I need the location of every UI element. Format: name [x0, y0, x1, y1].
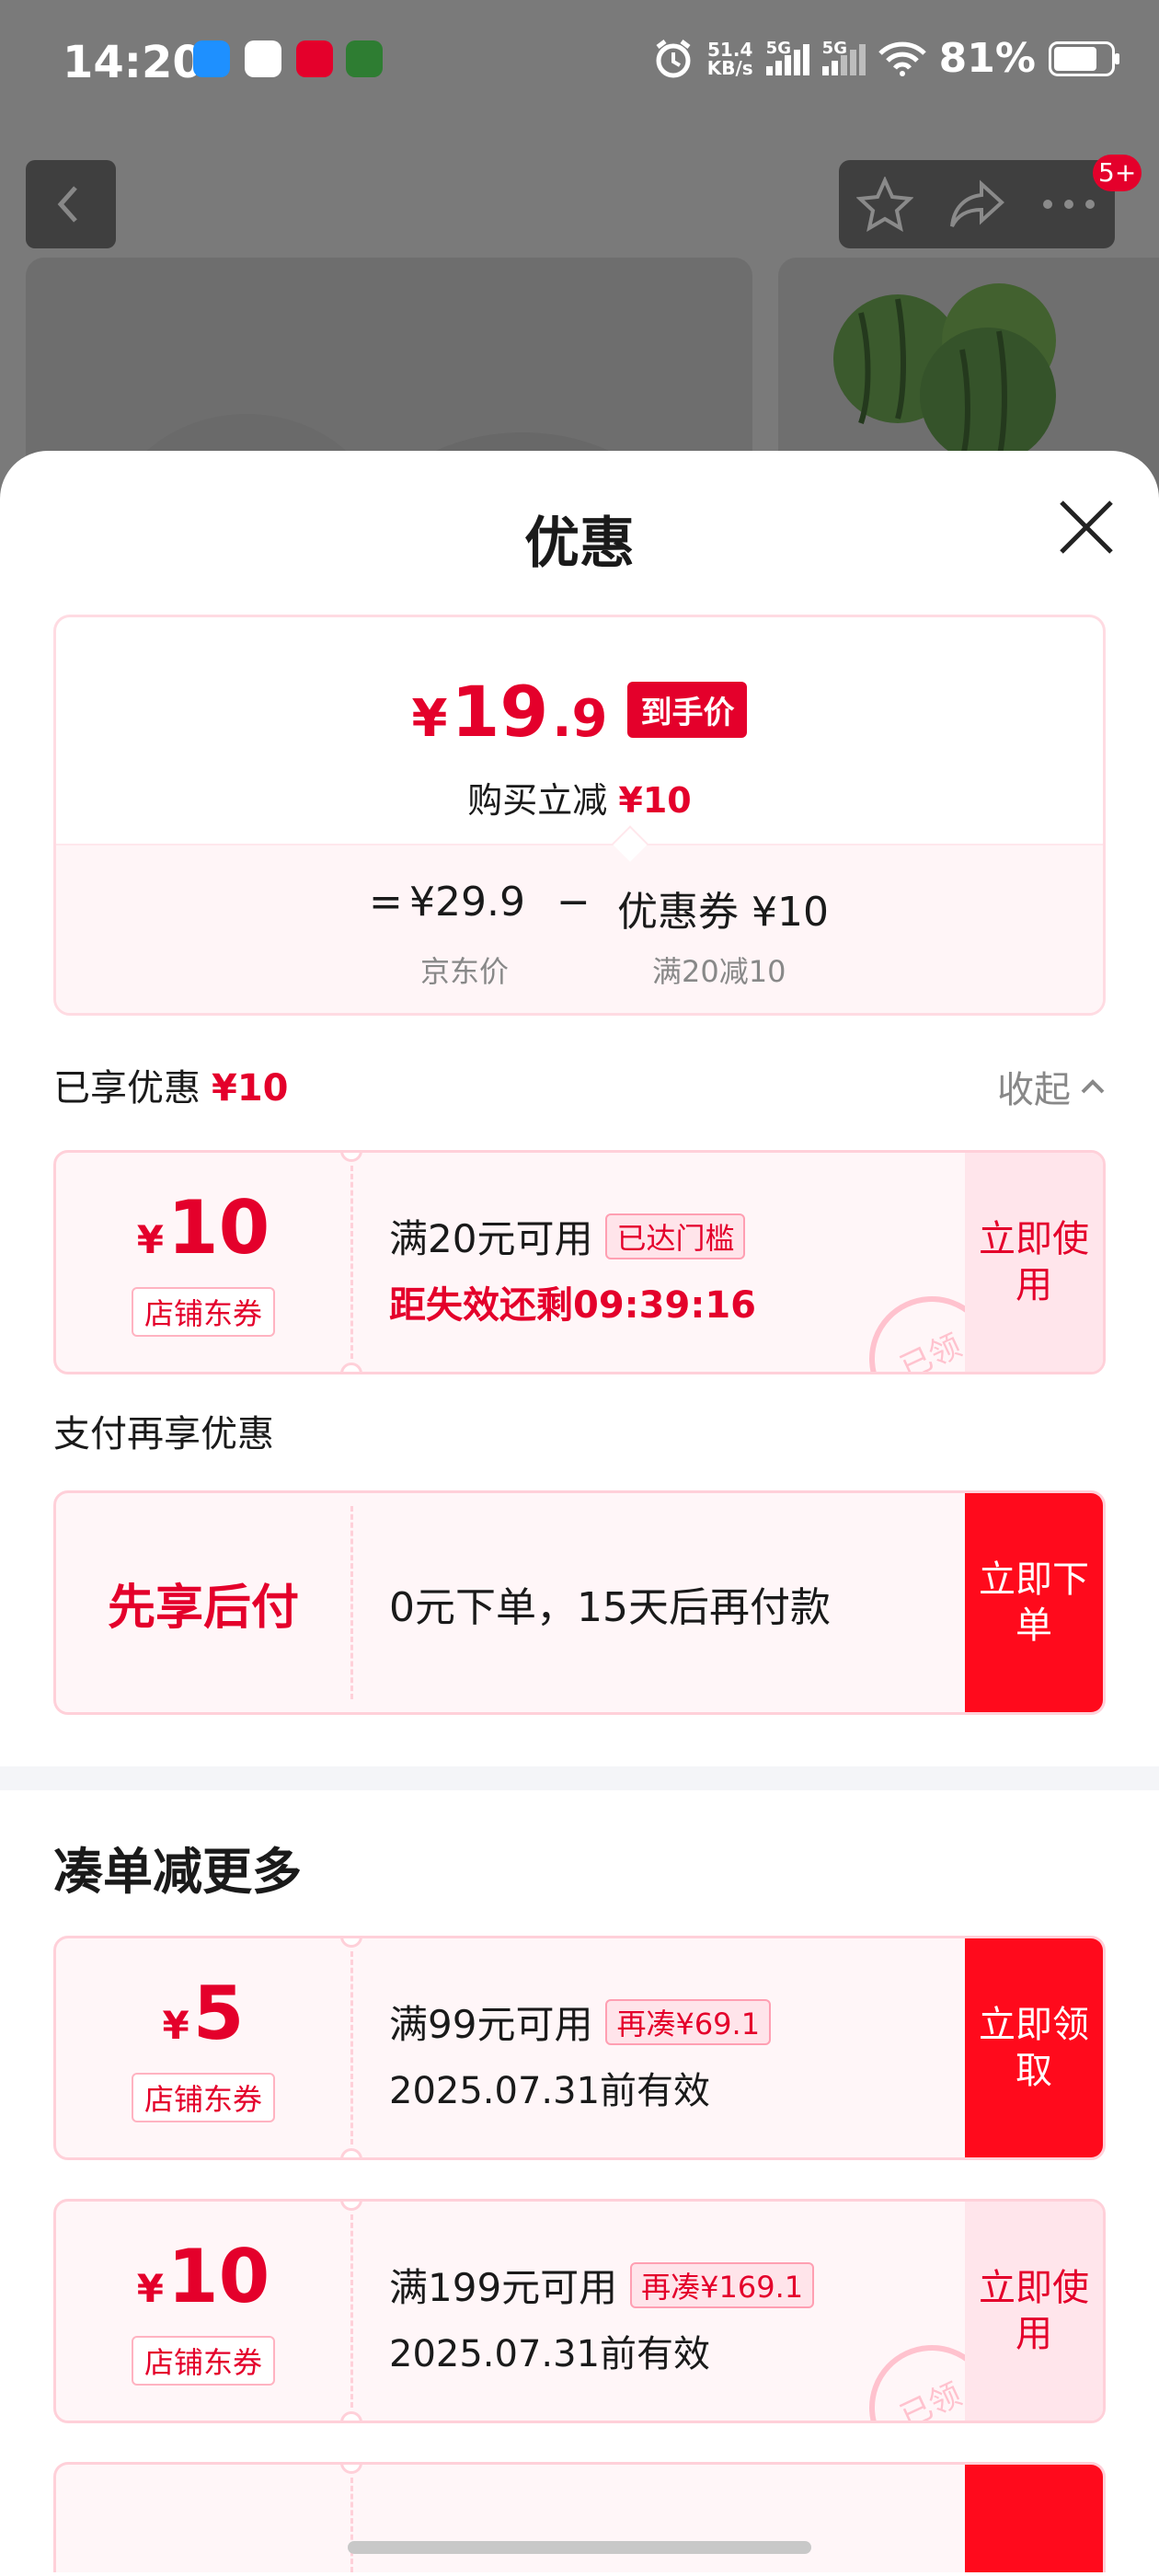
use-now-button[interactable]: 立即使用: [965, 2202, 1103, 2421]
chevron-up-icon: [1081, 1079, 1105, 1094]
signal-1-icon: 5G: [765, 39, 809, 75]
coupon-card-3-partial: [53, 2462, 1106, 2572]
app-notification-icon-2: [245, 40, 281, 77]
battery-percent: 81%: [938, 35, 1036, 82]
coupon-gap-tag: 再凑¥169.1: [630, 2261, 815, 2308]
top-action-group: [839, 160, 1115, 248]
order-now-button[interactable]: 立即下单: [965, 1493, 1103, 1712]
app-notification-icon-4: [346, 40, 383, 77]
coupon-countdown: 距失效还剩09:39:16: [389, 1284, 756, 1327]
coupon-type: 店铺东券: [131, 1286, 275, 1337]
more-dots-icon: [1043, 200, 1095, 209]
formula-base-price: ¥29.9: [409, 879, 525, 926]
product-page-background: 5+: [0, 129, 1159, 653]
coupon-card-2: ¥10 店铺东券 满199元可用 再凑¥169.1 2025.07.31前有效 已…: [53, 2199, 1106, 2423]
coupon-validity: 2025.07.31前有效: [389, 2333, 711, 2375]
formula-equals: =: [369, 879, 403, 926]
clock: 14:20: [63, 37, 203, 88]
coupon-rule-label: 满20减10: [652, 954, 786, 989]
status-bar: 14:20 51.4 KB/s 5G 5G 81%: [0, 0, 1159, 129]
app-notification-icon-3: [296, 40, 333, 77]
coupon-amount: ¥10: [136, 1184, 270, 1271]
reduce-line: 购买立减 ¥10: [467, 780, 692, 821]
coupon-condition: 满199元可用: [389, 2265, 618, 2310]
home-indicator[interactable]: [348, 2541, 811, 2554]
close-button[interactable]: [1056, 497, 1117, 558]
collapse-button[interactable]: 收起: [997, 1060, 1106, 1113]
more-section-header: 凑单减更多: [53, 1843, 302, 1901]
price-card: ¥19.9 到手价 购买立减 ¥10 = ¥29.9 − 优惠券 ¥10 京东价…: [53, 615, 1106, 1016]
enjoyed-header: 已享优惠 ¥10: [53, 1067, 289, 1110]
sheet-title: 优惠: [524, 512, 635, 576]
coupon-threshold-tag: 已达门槛: [605, 1213, 746, 1259]
base-price-label: 京东价: [420, 954, 510, 989]
formula-minus: −: [557, 879, 591, 926]
pay-later-desc: 0元下单，15天后再付款: [389, 1584, 831, 1631]
battery-icon: [1049, 40, 1119, 76]
coupon-gap-tag: 再凑¥69.1: [605, 1998, 772, 2045]
back-button[interactable]: [26, 160, 116, 248]
coupon-type: 店铺东券: [131, 2335, 275, 2386]
price-summary: ¥19.9 到手价 购买立减 ¥10: [56, 617, 1103, 844]
pay-section-header: 支付再享优惠: [53, 1413, 274, 1455]
coupon-amount: ¥10: [136, 2233, 270, 2319]
final-price: ¥19.9 到手价: [56, 671, 1103, 753]
coupon-type: 店铺东券: [131, 2072, 275, 2122]
wifi-icon: [878, 41, 926, 76]
favorite-button[interactable]: [839, 160, 931, 248]
pay-later-card: 先享后付 0元下单，15天后再付款 立即下单: [53, 1490, 1106, 1715]
formula-coupon: 优惠券 ¥10: [617, 889, 829, 936]
alarm-icon: [656, 39, 691, 77]
price-formula: = ¥29.9 − 优惠券 ¥10 京东价 满20减10: [56, 844, 1103, 1013]
coupon-used: ¥10 店铺东券 满20元可用 已达门槛 距失效还剩09:39:16 已领 立即使…: [53, 1150, 1106, 1374]
share-icon: [950, 179, 1004, 227]
app-notification-icon-1: [193, 40, 230, 77]
coupon-card-3-button[interactable]: [965, 2465, 1103, 2572]
close-icon: [1060, 500, 1113, 554]
use-now-button[interactable]: 立即使用: [965, 1153, 1103, 1372]
discount-sheet: 优惠 ¥19.9 到手价 购买立减 ¥10 = ¥29.9 − 优惠券 ¥10 …: [0, 451, 1159, 2576]
more-badge: 5+: [1093, 155, 1142, 191]
coupon-validity: 2025.07.31前有效: [389, 2070, 711, 2112]
claim-now-button[interactable]: 立即领取: [965, 1938, 1103, 2157]
signal-2-icon: 5G: [821, 39, 866, 75]
final-price-tag: 到手价: [627, 682, 748, 738]
pay-later-title: 先享后付: [107, 1580, 299, 1636]
coupon-amount: ¥5: [162, 1970, 245, 2056]
coupon-card-1: ¥5 店铺东券 满99元可用 再凑¥69.1 2025.07.31前有效 立即领取: [53, 1936, 1106, 2160]
coupon-condition: 满99元可用: [389, 2002, 593, 2047]
section-divider: [0, 1766, 1159, 1790]
share-button[interactable]: [931, 160, 1023, 248]
coupon-condition: 满20元可用: [389, 1216, 593, 1261]
star-icon: [856, 177, 913, 232]
net-speed: 51.4 KB/s: [706, 38, 753, 79]
chevron-left-icon: [57, 186, 77, 223]
